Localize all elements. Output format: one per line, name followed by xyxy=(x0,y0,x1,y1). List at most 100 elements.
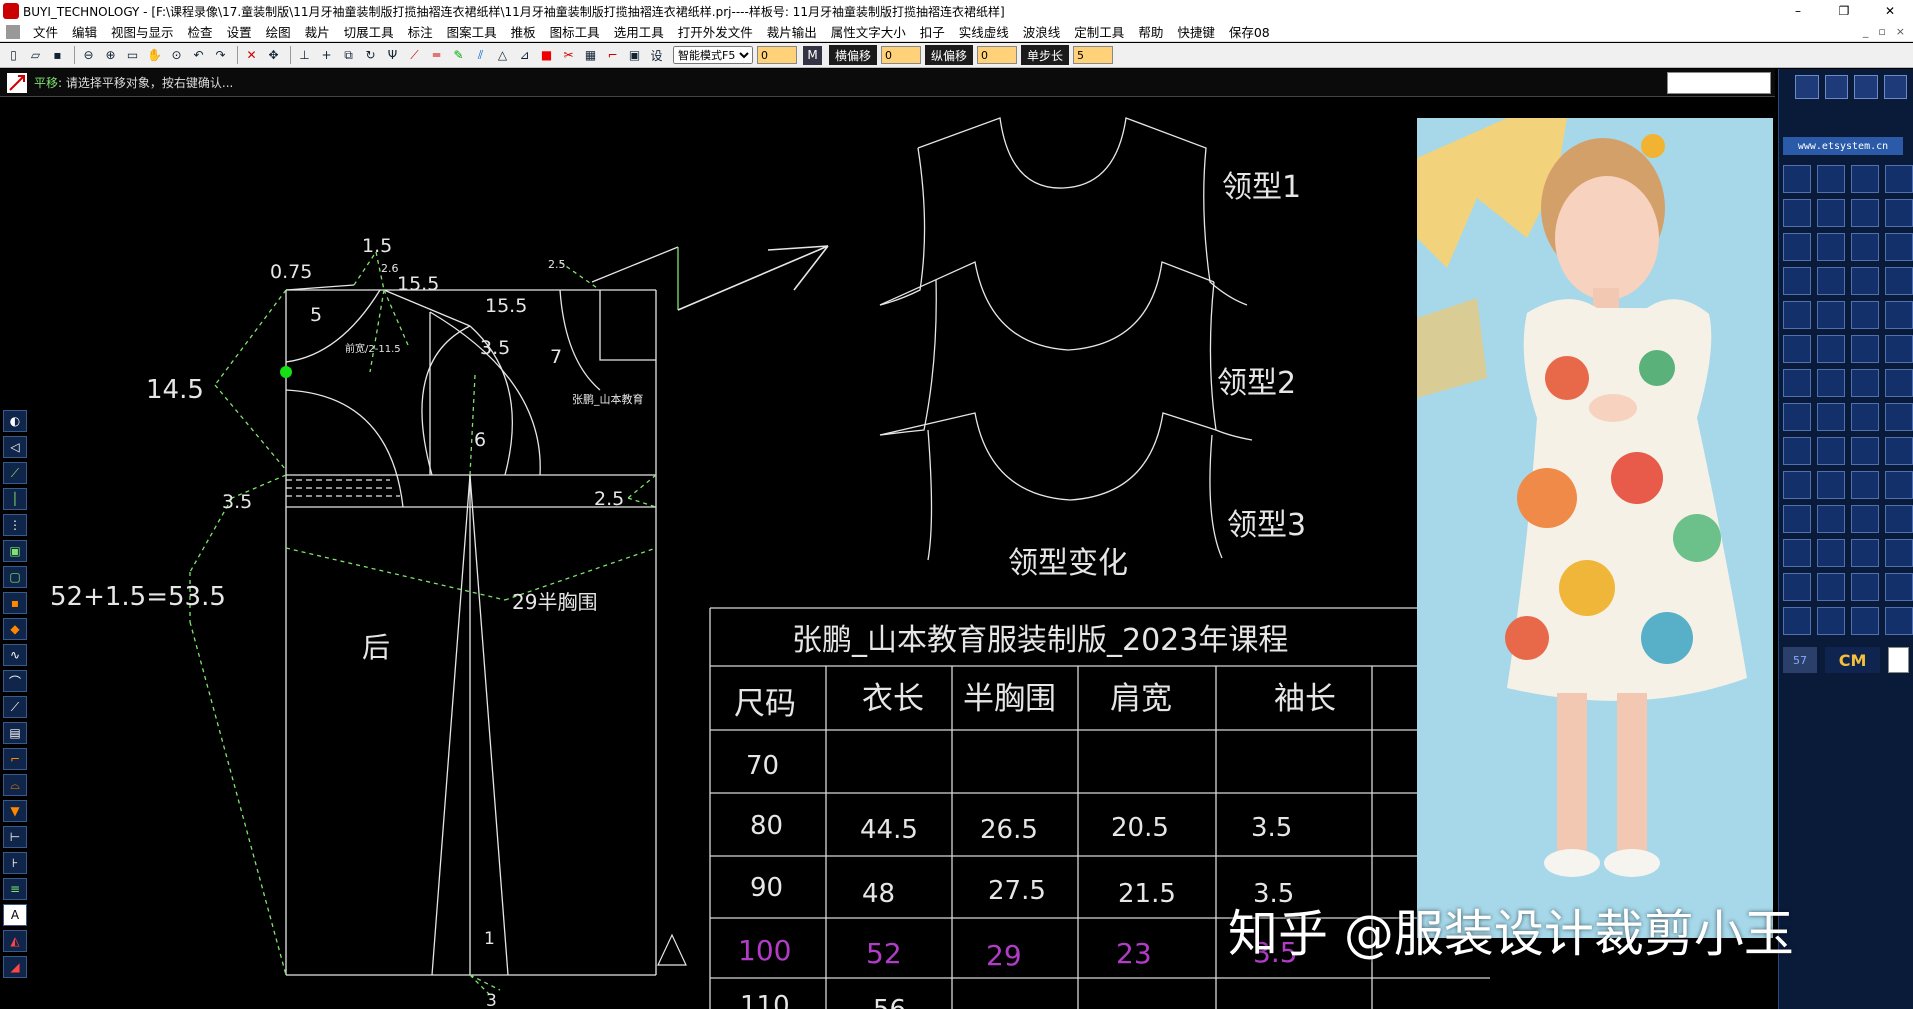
knife-icon[interactable]: ◭ xyxy=(3,930,27,952)
move-icon[interactable]: ✥ xyxy=(264,46,283,65)
view-piece-icon[interactable] xyxy=(1824,75,1848,99)
sew-tool-icon[interactable] xyxy=(1783,233,1811,261)
notch-icon[interactable]: ▣ xyxy=(625,46,644,65)
copy-icon[interactable]: ⧉ xyxy=(339,46,358,65)
layer-icon[interactable]: ≡ xyxy=(3,878,27,900)
boot-tool-icon[interactable] xyxy=(1885,335,1913,363)
save-piece-icon[interactable]: ▤ xyxy=(3,722,27,744)
needle-tool-icon[interactable] xyxy=(1851,403,1879,431)
measure-icon[interactable]: △ xyxy=(493,46,512,65)
menu-settings[interactable]: 设置 xyxy=(220,22,259,41)
value-field[interactable]: 0 xyxy=(757,46,797,64)
ruler-tool-icon[interactable] xyxy=(1851,573,1879,601)
menu-annotate[interactable]: 标注 xyxy=(401,22,440,41)
cup-icon[interactable]: ⌓ xyxy=(3,774,27,796)
step-length-field[interactable]: 5 xyxy=(1073,46,1114,64)
command-input[interactable] xyxy=(1667,71,1771,94)
download-tool-icon[interactable] xyxy=(1817,437,1845,465)
calendar-icon[interactable] xyxy=(1888,647,1910,673)
menu-help[interactable]: 帮助 xyxy=(1131,22,1170,41)
undo-icon[interactable]: ↶ xyxy=(189,46,208,65)
menu-custom-tools[interactable]: 定制工具 xyxy=(1067,22,1131,41)
menu-slash-spread[interactable]: 切展工具 xyxy=(337,22,401,41)
menu-open-external[interactable]: 打开外发文件 xyxy=(671,22,760,41)
circle-tool-icon[interactable] xyxy=(1885,539,1913,567)
menu-line-style[interactable]: 实线虚线 xyxy=(952,22,1016,41)
mdi-restore-button[interactable]: ▫ xyxy=(1878,25,1885,38)
settings-icon[interactable]: 设 xyxy=(647,46,666,65)
shape-icon[interactable]: ◆ xyxy=(3,618,27,640)
fold-tool-icon[interactable] xyxy=(1885,403,1913,431)
grid-icon[interactable]: ▦ xyxy=(581,46,600,65)
mode-select[interactable]: 智能模式F5 xyxy=(673,46,753,64)
pin-tool-icon[interactable] xyxy=(1783,267,1811,295)
menu-pieces[interactable]: 裁片 xyxy=(298,22,337,41)
calculator-icon[interactable] xyxy=(1883,75,1907,99)
zoom-out-icon[interactable]: ⊖ xyxy=(79,46,98,65)
menu-piece-output[interactable]: 裁片输出 xyxy=(760,22,824,41)
layers-icon[interactable] xyxy=(1854,75,1878,99)
restore-button[interactable]: ❐ xyxy=(1821,0,1867,22)
pointer-tool-icon[interactable] xyxy=(1851,607,1879,635)
pleat-tool-icon[interactable] xyxy=(1783,369,1811,397)
menu-view[interactable]: 视图与显示 xyxy=(104,22,181,41)
menu-select-tools[interactable]: 选用工具 xyxy=(607,22,671,41)
select-tool-icon[interactable]: ◐ xyxy=(3,410,27,432)
close-tool-icon[interactable] xyxy=(1885,267,1913,295)
seam-icon[interactable]: ⌐ xyxy=(603,46,622,65)
menu-shortcuts[interactable]: 快捷键 xyxy=(1170,22,1222,41)
menu-pattern-tools[interactable]: 图案工具 xyxy=(440,22,504,41)
scissors-tool-icon[interactable] xyxy=(1851,165,1879,193)
rectangle-icon[interactable]: ▣ xyxy=(3,540,27,562)
chart-tool-icon[interactable] xyxy=(1817,539,1845,567)
save-icon[interactable]: ▪ xyxy=(48,46,67,65)
menu-text-size[interactable]: 属性文字大小 xyxy=(824,22,913,41)
corner-tool-icon[interactable] xyxy=(1885,199,1913,227)
table-tool-icon[interactable] xyxy=(1817,607,1845,635)
corner-icon[interactable]: ⌐ xyxy=(3,748,27,770)
lace-tool-icon[interactable] xyxy=(1885,607,1913,635)
slash-icon[interactable]: ⟋ xyxy=(3,696,27,718)
curve-tool-icon[interactable] xyxy=(1783,199,1811,227)
seam-tool-icon[interactable]: ◢ xyxy=(3,956,27,978)
triangle-tool-icon[interactable] xyxy=(1817,573,1845,601)
grade-icon[interactable]: ✂ xyxy=(559,46,578,65)
minimize-button[interactable]: – xyxy=(1775,0,1821,22)
redo-icon[interactable]: ↷ xyxy=(211,46,230,65)
figure-tool-icon[interactable] xyxy=(1817,301,1845,329)
menu-save08[interactable]: 保存08 xyxy=(1222,22,1277,41)
pocket-tool-icon[interactable] xyxy=(1817,505,1845,533)
import-tool-icon[interactable] xyxy=(1783,437,1811,465)
new-file-icon[interactable]: ▯ xyxy=(4,46,23,65)
vertical-line-icon[interactable]: │ xyxy=(3,488,27,510)
panel-tool-icon[interactable] xyxy=(1851,471,1879,499)
dart-tool-icon[interactable] xyxy=(1817,165,1845,193)
pan-hand-icon[interactable]: ✋ xyxy=(145,46,164,65)
arc-icon[interactable]: ⌒ xyxy=(3,670,27,692)
tape-measure-icon[interactable] xyxy=(1783,573,1811,601)
open-folder-icon[interactable]: ▱ xyxy=(26,46,45,65)
pen-icon[interactable]: ✎ xyxy=(449,46,468,65)
etsystem-tool-icon[interactable] xyxy=(1851,437,1879,465)
dashed-line-icon[interactable]: ⋮ xyxy=(3,514,27,536)
mirror-icon[interactable]: Ψ xyxy=(383,46,402,65)
mark-tool-icon[interactable] xyxy=(1783,403,1811,431)
menu-file[interactable]: 文件 xyxy=(26,22,65,41)
hem-tool-icon[interactable] xyxy=(1885,369,1913,397)
spiral-tool-icon[interactable] xyxy=(1851,301,1879,329)
menu-edit[interactable]: 编辑 xyxy=(65,22,104,41)
machine-tool-icon[interactable] xyxy=(1783,301,1811,329)
mdi-close-button[interactable]: × xyxy=(1896,25,1905,38)
grade-tool-icon[interactable]: ⊦ xyxy=(3,852,27,874)
shell-tool-icon[interactable] xyxy=(1885,573,1913,601)
neckline-variants[interactable] xyxy=(879,117,1253,561)
key-tool-icon[interactable] xyxy=(1783,165,1811,193)
hook-tool-icon[interactable] xyxy=(1885,471,1913,499)
line-icon[interactable]: ⟋ xyxy=(405,46,424,65)
calculator-icon[interactable]: M xyxy=(803,45,822,65)
zoom-region-icon[interactable]: ⊙ xyxy=(167,46,186,65)
grid-tool-icon[interactable] xyxy=(1817,199,1845,227)
cup-tool-icon[interactable] xyxy=(1783,505,1811,533)
tape-tool-icon[interactable] xyxy=(1885,165,1913,193)
point-tool-icon[interactable]: ◁ xyxy=(3,436,27,458)
